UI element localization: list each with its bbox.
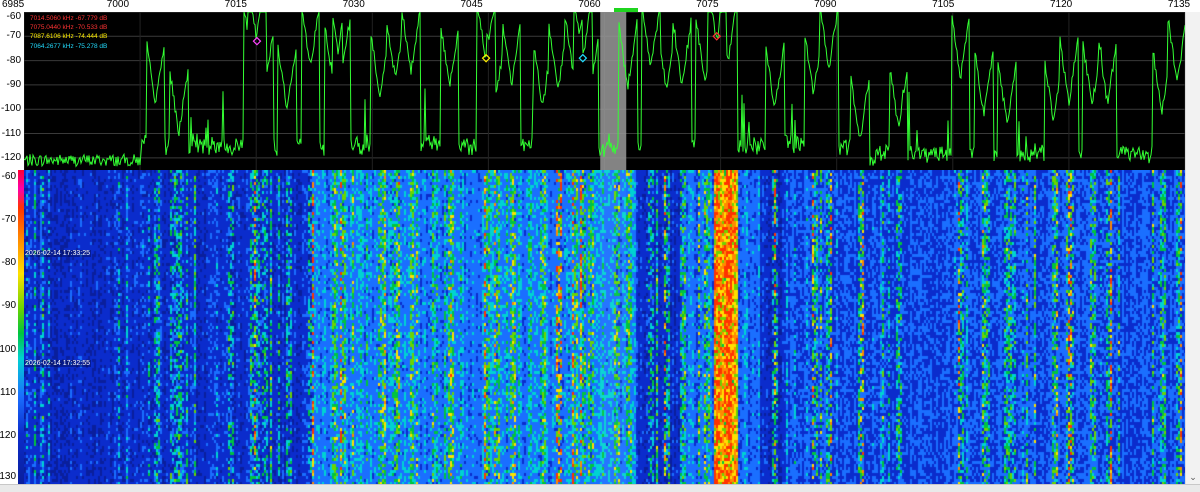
- legend-entry: 7014.5060 kHz -67.779 dB: [30, 15, 108, 22]
- marker-legend: 7014.5060 kHz -67.779 dB 7075.0440 kHz -7…: [30, 14, 107, 51]
- freq-tick-label: 7060: [578, 0, 601, 10]
- freq-tick-label: 7000: [106, 0, 130, 10]
- spectrum-y-tick-label: -120: [0, 151, 21, 163]
- spectrum-y-tick-label: -60: [6, 11, 21, 22]
- legend-entry: 7075.0440 kHz -70.533 dB: [30, 24, 108, 32]
- spectrum-db-axis: -60 -70 -80 -90 -100 -110 -120: [0, 12, 24, 170]
- spectrum-y-tick-label: -90: [6, 78, 21, 90]
- freq-tick-label: 6985: [2, 0, 25, 10]
- spectrum-y-tick-label: -80: [6, 54, 21, 66]
- waterfall-canvas[interactable]: [24, 170, 1185, 484]
- freq-tick-label: 7075: [696, 0, 719, 10]
- freq-tick-label: 7030: [342, 0, 365, 10]
- chevron-down-icon[interactable]: ⌄: [1188, 472, 1198, 482]
- waterfall-y-tick-label: -110: [0, 386, 16, 398]
- spectrum-y-tick-label: -70: [6, 30, 21, 42]
- freq-tick-label: 7090: [814, 0, 837, 10]
- vertical-scrollbar[interactable]: ⌄: [1185, 12, 1200, 484]
- passband-highlight: [600, 12, 627, 170]
- freq-tick-label: 7135: [1167, 0, 1191, 10]
- waterfall-y-tick-label: -80: [1, 257, 16, 269]
- sdr-waterfall-window: 6985 7000 7015 7030 7045 7060 7075 7090 7105 7120…: [0, 0, 1200, 492]
- freq-tick-label: 7015: [224, 0, 247, 10]
- waterfall-timestamp: 2026-02-14 17:33:25: [24, 249, 91, 257]
- waterfall-y-tick-label: -60: [1, 171, 16, 182]
- freq-tick-label: 7045: [460, 0, 483, 10]
- waterfall-y-tick-label: -70: [1, 214, 16, 226]
- freq-tick-label: 7105: [932, 0, 955, 10]
- spectrum-display[interactable]: 7014.5060 kHz -67.779 dB 7075.0440 kHz -7…: [24, 12, 1185, 170]
- waterfall-y-tick-label: -100: [0, 343, 16, 355]
- waterfall-timestamp: 2026-02-14 17:32:55: [24, 359, 91, 367]
- freq-tick-label: 7120: [1049, 0, 1073, 10]
- spectrum-y-tick-label: -100: [0, 103, 21, 115]
- waterfall-y-tick-label: -120: [0, 429, 16, 441]
- spectrum-y-tick-label: -110: [1, 127, 21, 139]
- waterfall-y-tick-label: -130: [0, 471, 16, 482]
- waterfall-display[interactable]: 2026-02-14 17:33:25 2026-02-14 17:32:55: [24, 170, 1185, 484]
- legend-entry: 7087.6106 kHz -74.444 dB: [30, 33, 108, 41]
- spectrum-plot[interactable]: [24, 12, 1185, 170]
- peak-marker: [252, 36, 262, 46]
- legend-entry: 7064.2677 kHz -75.278 dB: [30, 42, 108, 50]
- waterfall-y-tick-label: -90: [1, 300, 16, 312]
- waterfall-db-colorbar: -60 -70 -80 -90 -100 -110 -120 -130: [0, 170, 24, 484]
